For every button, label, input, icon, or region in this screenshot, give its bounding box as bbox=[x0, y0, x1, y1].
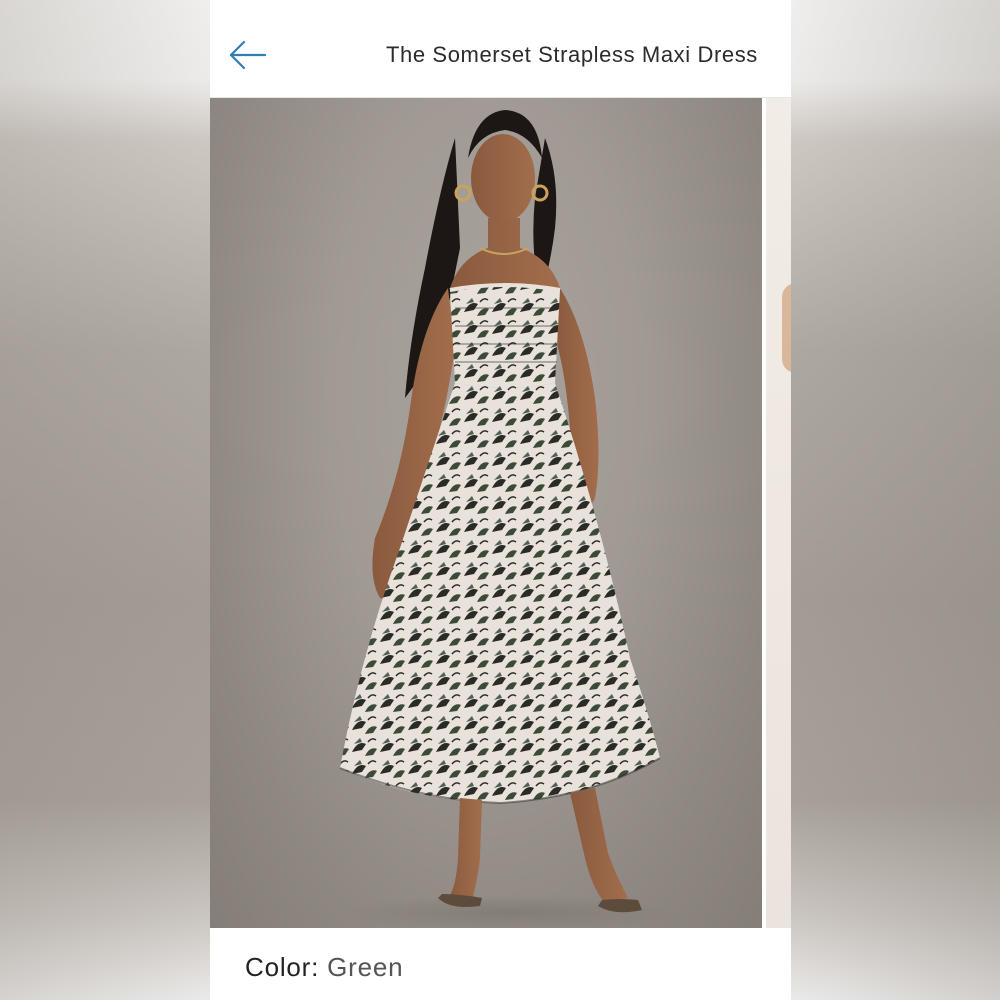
color-value: Green bbox=[327, 952, 404, 982]
product-image-carousel[interactable] bbox=[210, 98, 791, 928]
page-title: The Somerset Strapless Maxi Dress bbox=[386, 42, 758, 67]
next-image-peek[interactable] bbox=[766, 98, 791, 928]
model-illustration bbox=[339, 110, 680, 928]
next-image-detail bbox=[782, 283, 791, 373]
top-bar: The Somerset Strapless Maxi Dress bbox=[210, 0, 791, 98]
color-selector: Color: Green bbox=[245, 952, 403, 983]
color-label: Color: bbox=[245, 952, 320, 982]
backdrop-left bbox=[0, 0, 210, 1000]
product-image[interactable] bbox=[210, 98, 762, 928]
back-button[interactable] bbox=[228, 37, 268, 73]
arrow-left-icon bbox=[229, 40, 267, 70]
app-screen: The Somerset Strapless Maxi Dress Color:… bbox=[210, 0, 791, 1000]
backdrop-right bbox=[790, 0, 1000, 1000]
